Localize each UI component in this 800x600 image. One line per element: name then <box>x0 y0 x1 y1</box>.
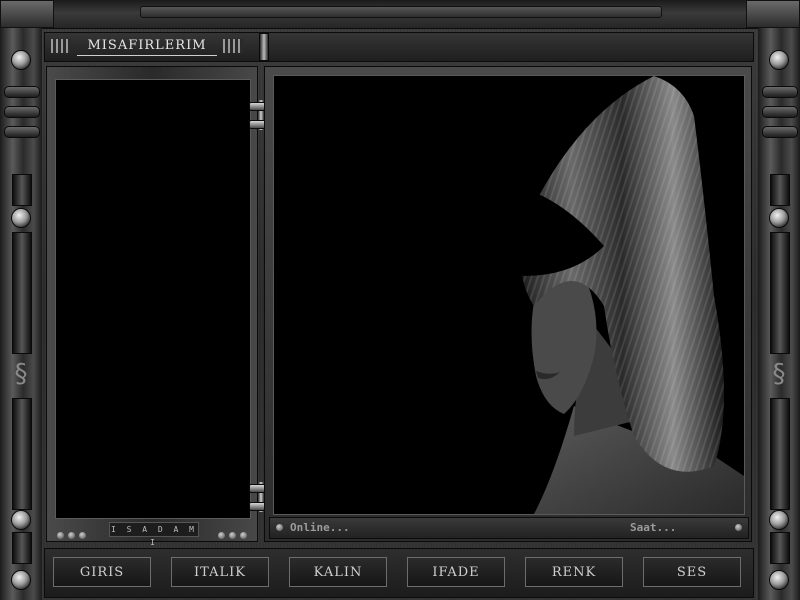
pillar-slot <box>770 232 790 354</box>
pillar-slot <box>770 398 790 510</box>
pillar-bolt-icon <box>11 510 31 530</box>
indicator-dots <box>216 525 249 544</box>
corner-bolt-icon <box>11 570 31 590</box>
indicator-dot-icon <box>79 532 86 539</box>
indicator-dot-icon <box>68 532 75 539</box>
giris-button[interactable]: GIRIS <box>53 557 151 587</box>
pillar-bolt-icon <box>11 208 31 228</box>
pillar-slot <box>12 174 32 206</box>
renk-button[interactable]: RENK <box>525 557 623 587</box>
user-list-footer: I S A D A M I <box>55 521 249 547</box>
status-bar: Online... Saat... <box>269 517 749 539</box>
ifade-button[interactable]: IFADE <box>407 557 505 587</box>
online-status: Online... <box>290 521 350 534</box>
right-pillar: § <box>758 28 800 600</box>
top-bar <box>0 0 800 29</box>
indicator-dots <box>55 525 88 544</box>
italik-button[interactable]: ITALIK <box>171 557 269 587</box>
top-right-corner-plate <box>746 0 800 28</box>
pillar-fin <box>4 126 40 138</box>
pillar-bolt-icon <box>769 50 789 70</box>
indicator-dot-icon <box>218 532 225 539</box>
pillar-fin <box>4 86 40 98</box>
pillar-slot <box>770 532 790 564</box>
pillar-fin <box>762 106 798 118</box>
woman-portrait-image <box>454 76 744 514</box>
left-pillar: § <box>0 28 42 600</box>
pillar-slot <box>770 174 790 206</box>
kalin-button[interactable]: KALIN <box>289 557 387 587</box>
pillar-slot <box>12 532 32 564</box>
indicator-dot-icon <box>57 532 64 539</box>
chat-view[interactable] <box>273 75 745 515</box>
top-rail <box>140 6 662 18</box>
user-list-panel: I S A D A M I <box>46 66 258 547</box>
ses-button[interactable]: SES <box>643 557 741 587</box>
title-grip-icon <box>223 39 243 53</box>
top-left-corner-plate <box>0 0 54 28</box>
pillar-slot <box>12 398 32 510</box>
user-list-footer-label: I S A D A M I <box>109 522 199 547</box>
user-list[interactable] <box>55 79 251 519</box>
title-bar: MISAFIRLERIM <box>44 32 754 62</box>
pillar-fin <box>4 106 40 118</box>
indicator-dot-icon <box>229 532 236 539</box>
title-slider-handle[interactable] <box>259 33 269 61</box>
bottom-toolbar: GIRIS ITALIK KALIN IFADE RENK SES <box>44 548 754 598</box>
status-dot-icon <box>735 524 742 531</box>
pillar-bolt-icon <box>769 208 789 228</box>
status-dot-icon <box>276 524 283 531</box>
scroll-ornament-icon: § <box>772 359 786 389</box>
scroll-ornament-icon: § <box>14 359 28 389</box>
window-title: MISAFIRLERIM <box>77 37 217 56</box>
title-grip-icon <box>51 39 71 53</box>
pillar-bolt-icon <box>11 50 31 70</box>
corner-bolt-icon <box>769 570 789 590</box>
indicator-dot-icon <box>240 532 247 539</box>
chat-panel: Online... Saat... <box>264 66 752 542</box>
app-frame: § § MISAFIRLERIM I S A D A M I Online...… <box>0 0 800 600</box>
clock-status: Saat... <box>630 521 677 534</box>
pillar-bolt-icon <box>769 510 789 530</box>
pillar-slot <box>12 232 32 354</box>
pillar-fin <box>762 126 798 138</box>
pillar-fin <box>762 86 798 98</box>
